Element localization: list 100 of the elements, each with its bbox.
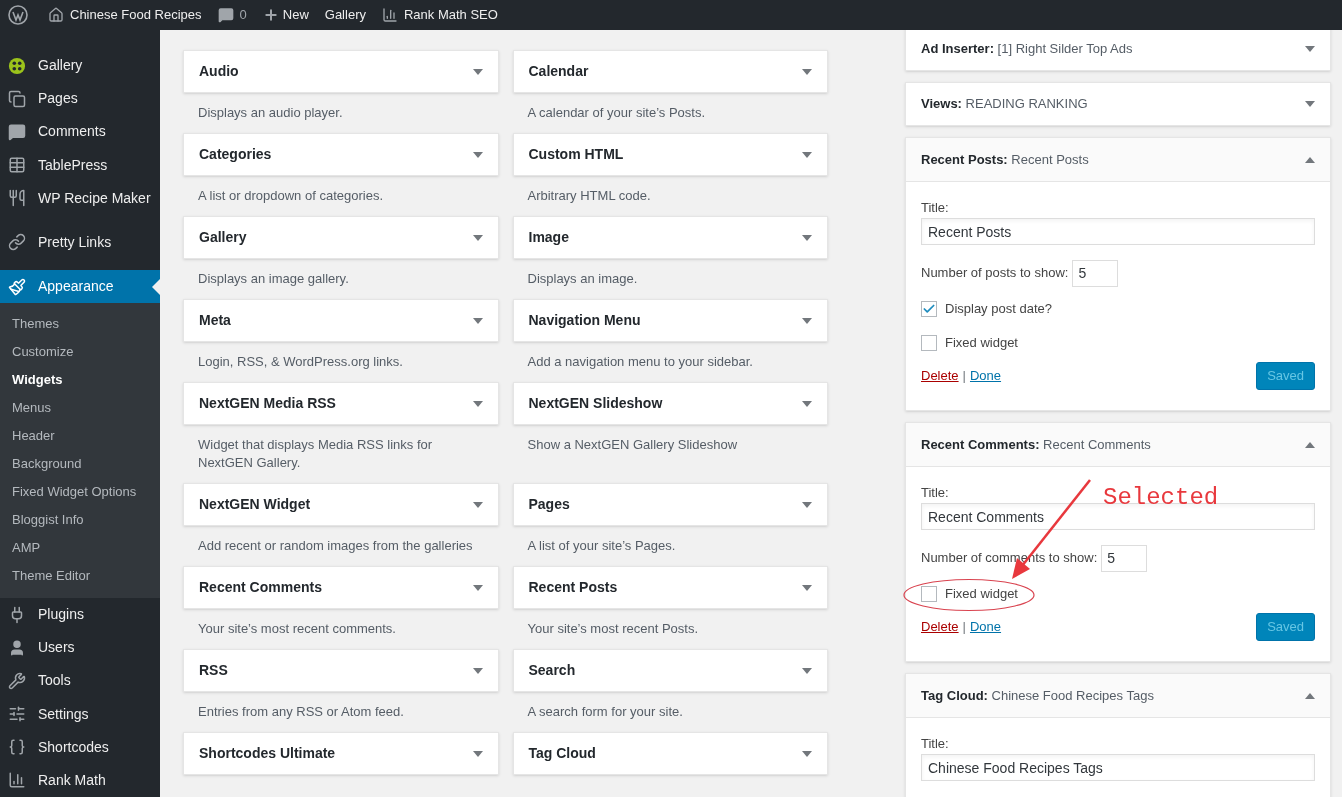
caret-up-icon[interactable] bbox=[1305, 692, 1315, 699]
submenu-item[interactable]: Widgets bbox=[0, 366, 160, 395]
submenu-item[interactable]: AMP bbox=[0, 534, 160, 563]
number-field[interactable]: 5 bbox=[1072, 259, 1119, 287]
widget-description: Login, RSS, & WordPress.org links. bbox=[198, 353, 403, 371]
gallery-link[interactable]: Gallery bbox=[324, 5, 366, 25]
widget-description: Widget that displays Media RSS links for NextGEN Gallery. bbox=[198, 436, 434, 472]
checkbox-label: Display post date? bbox=[945, 300, 1052, 319]
caret-down-icon[interactable] bbox=[802, 501, 812, 508]
widget-card[interactable]: Navigation Menu bbox=[512, 299, 828, 342]
checkbox[interactable] bbox=[921, 335, 937, 351]
widget-card[interactable]: Meta bbox=[183, 299, 499, 342]
widget-card[interactable]: Recent Comments bbox=[183, 566, 499, 609]
menu-item[interactable]: Plugins bbox=[0, 598, 160, 632]
widget-card[interactable]: Calendar bbox=[512, 50, 828, 93]
submenu-item[interactable]: Bloggist Info bbox=[0, 506, 160, 535]
caret-down-icon[interactable] bbox=[472, 667, 483, 674]
caret-down-icon[interactable] bbox=[472, 750, 483, 757]
widget-header[interactable]: Recent Posts: Recent Posts bbox=[906, 138, 1330, 182]
caret-down-icon[interactable] bbox=[472, 400, 483, 407]
done-link[interactable]: Done bbox=[969, 366, 1002, 386]
widget-card[interactable]: Search bbox=[512, 649, 828, 692]
caret-down-icon[interactable] bbox=[1305, 46, 1315, 52]
site-name-link[interactable]: Chinese Food Recipes bbox=[48, 5, 202, 25]
submenu-item[interactable]: Header bbox=[0, 422, 160, 451]
caret-down-icon[interactable] bbox=[802, 317, 812, 324]
widget-title: Ad Inserter: [1] Right Silder Top Ads bbox=[921, 40, 1133, 59]
menu-item[interactable]: Rank Math bbox=[0, 763, 160, 797]
widget-card[interactable]: Pages bbox=[512, 483, 828, 526]
widget-title: NextGEN Widget bbox=[199, 495, 311, 514]
caret-up-icon[interactable] bbox=[1305, 441, 1315, 448]
submenu-item[interactable]: Customize bbox=[0, 338, 160, 367]
submenu-item[interactable]: Themes bbox=[0, 310, 160, 339]
plus-icon bbox=[262, 7, 279, 23]
caret-down-icon[interactable] bbox=[802, 151, 812, 158]
caret-down-icon[interactable] bbox=[472, 234, 483, 241]
widget-card[interactable]: RSS bbox=[183, 649, 499, 692]
caret-down-icon[interactable] bbox=[1305, 101, 1315, 107]
checkbox[interactable] bbox=[921, 586, 937, 602]
widget-card[interactable]: Shortcodes Ultimate bbox=[183, 732, 499, 775]
widget-header[interactable]: Ad Inserter: [1] Right Silder Top Ads bbox=[906, 28, 1330, 70]
widget-card[interactable]: NextGEN Media RSS bbox=[183, 382, 499, 425]
menu-item[interactable]: Users bbox=[0, 631, 160, 665]
widget-card[interactable]: NextGEN Widget bbox=[183, 483, 499, 526]
widget-header[interactable]: Recent Comments: Recent Comments bbox=[906, 423, 1330, 467]
widget-card[interactable]: Categories bbox=[183, 133, 499, 176]
widget-card[interactable]: Recent Posts bbox=[512, 566, 828, 609]
seo-link[interactable]: Rank Math SEO bbox=[381, 5, 498, 25]
widget-card[interactable]: Audio bbox=[183, 50, 499, 93]
caret-down-icon[interactable] bbox=[802, 584, 812, 591]
caret-down-icon[interactable] bbox=[472, 151, 483, 158]
menu-item[interactable]: Pages bbox=[0, 82, 160, 116]
submenu-item[interactable]: Menus bbox=[0, 394, 160, 423]
separator: | bbox=[962, 367, 966, 386]
caret-down-icon[interactable] bbox=[472, 68, 483, 75]
done-link[interactable]: Done bbox=[969, 617, 1002, 637]
title-field[interactable]: Recent Comments bbox=[921, 503, 1315, 530]
widget-description: Displays an audio player. bbox=[198, 104, 343, 122]
checkbox[interactable] bbox=[921, 301, 937, 317]
widget-card[interactable]: NextGEN Slideshow bbox=[512, 382, 828, 425]
caret-down-icon[interactable] bbox=[472, 501, 483, 508]
menu-item[interactable]: Tools bbox=[0, 664, 160, 698]
menu-item[interactable]: Gallery bbox=[0, 49, 160, 83]
widget-title: Shortcodes Ultimate bbox=[199, 744, 336, 763]
title-field[interactable]: Recent Posts bbox=[921, 218, 1315, 245]
menu-item[interactable]: Appearance bbox=[0, 269, 160, 304]
caret-down-icon[interactable] bbox=[472, 317, 483, 324]
caret-down-icon[interactable] bbox=[802, 667, 812, 674]
submenu-item[interactable]: Fixed Widget Options bbox=[0, 478, 160, 507]
utensils-icon bbox=[8, 189, 26, 208]
widget-card[interactable]: Image bbox=[512, 216, 828, 259]
widget-card[interactable]: Custom HTML bbox=[512, 133, 828, 176]
menu-item[interactable]: Pretty Links bbox=[0, 225, 160, 259]
widget-card[interactable]: Gallery bbox=[183, 216, 499, 259]
menu-item[interactable]: Settings bbox=[0, 697, 160, 731]
delete-link[interactable]: Delete bbox=[921, 366, 959, 386]
caret-down-icon[interactable] bbox=[802, 400, 812, 407]
delete-link[interactable]: Delete bbox=[921, 617, 959, 637]
submenu-item[interactable]: Background bbox=[0, 450, 160, 479]
menu-item[interactable]: Comments bbox=[0, 115, 160, 149]
menu-item[interactable]: Shortcodes bbox=[0, 730, 160, 764]
caret-down-icon[interactable] bbox=[472, 584, 483, 591]
field-label: Title: bbox=[921, 735, 949, 753]
caret-down-icon[interactable] bbox=[802, 234, 812, 241]
widget-card[interactable]: Tag Cloud bbox=[512, 732, 828, 775]
number-field[interactable]: 5 bbox=[1101, 544, 1148, 572]
widget-header[interactable]: Tag Cloud: Chinese Food Recipes Tags bbox=[906, 674, 1330, 718]
menu-item[interactable]: TablePress bbox=[0, 148, 160, 182]
submenu-item[interactable]: Theme Editor bbox=[0, 562, 160, 591]
widget-description: A calendar of your site’s Posts. bbox=[527, 104, 706, 122]
chart-icon bbox=[8, 771, 26, 790]
comments-link[interactable]: 0 bbox=[217, 5, 247, 25]
caret-down-icon[interactable] bbox=[802, 68, 812, 75]
wordpress-logo-icon[interactable] bbox=[8, 5, 28, 25]
caret-up-icon[interactable] bbox=[1305, 156, 1315, 163]
widget-header[interactable]: Views: READING RANKING bbox=[906, 83, 1330, 125]
caret-down-icon[interactable] bbox=[802, 750, 812, 757]
title-field[interactable]: Chinese Food Recipes Tags bbox=[921, 754, 1315, 781]
menu-item[interactable]: WP Recipe Maker bbox=[0, 181, 160, 215]
new-link[interactable]: New bbox=[262, 5, 309, 25]
